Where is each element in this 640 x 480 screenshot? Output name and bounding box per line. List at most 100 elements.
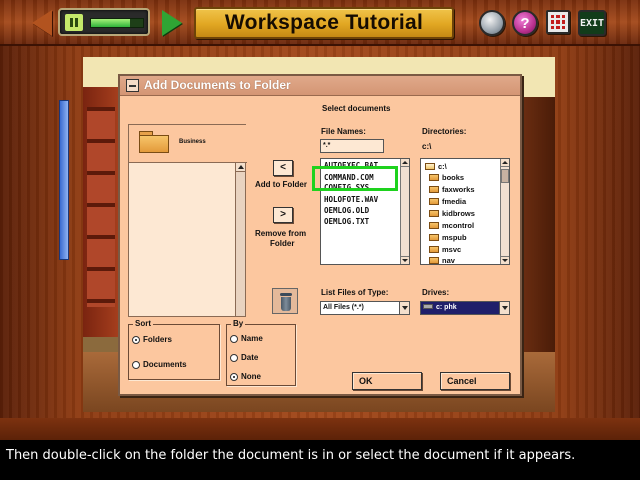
list-type-label: List Files of Type: xyxy=(321,288,389,297)
file-type-select[interactable]: All Files (*.*) xyxy=(320,301,410,315)
folder-icon xyxy=(429,210,439,217)
directory-list-scrollbar[interactable] xyxy=(500,159,509,264)
by-date-radio[interactable] xyxy=(230,354,238,362)
scroll-down-icon[interactable] xyxy=(401,256,409,264)
by-name-radio[interactable] xyxy=(230,335,238,343)
trash-icon[interactable] xyxy=(272,288,298,314)
folder-icon xyxy=(429,257,439,264)
by-none-radio[interactable] xyxy=(230,373,238,381)
frame-bottom xyxy=(0,418,640,440)
sort-group-title: Sort xyxy=(133,319,153,328)
directory-item-label: mcontrol xyxy=(442,221,475,230)
cancel-button[interactable]: Cancel xyxy=(440,372,510,390)
dialog-titlebar: Add Documents to Folder xyxy=(120,76,520,96)
drive-icon xyxy=(423,304,433,309)
folder-panel: Business xyxy=(128,124,247,317)
directory-item-label: fmedia xyxy=(442,197,467,206)
directory-item-label: kidbrows xyxy=(442,209,475,218)
system-menu-icon[interactable] xyxy=(126,79,139,92)
folder-icon xyxy=(429,174,439,181)
directory-item[interactable]: nav xyxy=(429,256,455,265)
tutorial-caption: Then double-click on the folder the docu… xyxy=(0,440,640,480)
remove-label-line1: Remove from xyxy=(255,229,307,238)
file-item[interactable]: OEMLOG.TXT xyxy=(324,217,369,226)
scroll-thumb[interactable] xyxy=(501,169,509,183)
exit-label: EXIT xyxy=(579,17,605,29)
folder-panel-scrollbar[interactable] xyxy=(235,163,245,316)
by-group-title: By xyxy=(231,319,246,328)
scroll-up-icon[interactable] xyxy=(236,163,245,172)
help-label: ? xyxy=(520,14,530,32)
directories-label: Directories: xyxy=(422,127,467,136)
add-documents-dialog: Add Documents to Folder Select documents… xyxy=(118,74,522,396)
directory-item[interactable]: c:\ xyxy=(425,162,447,171)
file-list-scrollbar[interactable] xyxy=(400,159,409,264)
folder-icon xyxy=(429,246,439,253)
folder-icon xyxy=(429,198,439,205)
file-type-value: All Files (*.*) xyxy=(323,304,364,311)
remove-from-folder-button[interactable]: > xyxy=(273,207,293,223)
sort-documents-radio[interactable] xyxy=(132,361,140,369)
scroll-down-icon[interactable] xyxy=(501,256,509,264)
directory-item[interactable]: msvc xyxy=(429,245,461,254)
current-directory: c:\ xyxy=(422,142,432,151)
file-name-input[interactable]: *.* xyxy=(320,139,384,153)
folder-icon xyxy=(429,234,439,241)
directory-item[interactable]: books xyxy=(429,173,464,182)
folder-icon xyxy=(425,163,435,170)
chevron-down-icon[interactable] xyxy=(499,302,509,314)
directory-item[interactable]: mcontrol xyxy=(429,221,474,230)
directory-item-label: faxworks xyxy=(442,185,475,194)
scroll-up-icon[interactable] xyxy=(401,159,409,167)
directory-item[interactable]: faxworks xyxy=(429,185,475,194)
by-date-label: Date xyxy=(241,353,259,362)
audio-player xyxy=(58,8,150,36)
dialog-title: Add Documents to Folder xyxy=(144,78,291,92)
sort-folders-radio[interactable] xyxy=(132,336,140,344)
chevron-down-icon[interactable] xyxy=(399,302,409,314)
side-slider[interactable] xyxy=(59,100,69,260)
title-plate: Workspace Tutorial xyxy=(194,7,454,39)
drive-select[interactable]: c: phk xyxy=(420,301,510,315)
drive-value: c: phk xyxy=(436,304,457,311)
sort-group: Sort Folders Documents xyxy=(128,319,220,380)
file-item[interactable]: HOLOFOTE.WAV xyxy=(324,195,378,204)
directory-item[interactable]: kidbrows xyxy=(429,209,475,218)
sort-folders-label: Folders xyxy=(143,335,172,344)
ok-button[interactable]: OK xyxy=(352,372,422,390)
remove-label-line2: Folder xyxy=(270,239,295,248)
exit-icon[interactable]: EXIT xyxy=(578,10,606,36)
scroll-up-icon[interactable] xyxy=(501,159,509,167)
directory-item[interactable]: fmedia xyxy=(429,197,466,206)
directory-item-label: nav xyxy=(442,256,455,265)
file-names-label: File Names: xyxy=(321,127,366,136)
folder-tab[interactable]: Business xyxy=(129,125,247,163)
audio-progress-fill xyxy=(91,19,130,27)
add-to-folder-label: Add to Folder xyxy=(255,180,307,189)
folder-icon xyxy=(429,222,439,229)
scene-shelf xyxy=(83,87,121,337)
drives-label: Drives: xyxy=(422,288,450,297)
folder-name: Business xyxy=(179,139,206,145)
audio-progress-bar[interactable] xyxy=(90,18,144,28)
add-to-folder-button[interactable]: < xyxy=(273,160,293,176)
by-name-label: Name xyxy=(241,334,263,343)
by-group: By Name Date None xyxy=(226,319,296,386)
folder-icon xyxy=(429,186,439,193)
directory-item-label: mspub xyxy=(442,233,467,242)
directory-list[interactable]: c:\ books faxworks fmedia kidbrows mcont… xyxy=(420,158,510,265)
directory-item[interactable]: mspub xyxy=(429,233,467,242)
directory-item-label: books xyxy=(442,173,465,182)
file-item[interactable]: OEMLOG.OLD xyxy=(324,206,369,215)
globe-icon[interactable] xyxy=(479,10,505,36)
grid-icon[interactable] xyxy=(546,10,570,34)
by-none-label: None xyxy=(241,372,261,381)
directory-item-label: msvc xyxy=(442,245,462,254)
pause-icon[interactable] xyxy=(65,14,83,31)
sort-documents-label: Documents xyxy=(143,360,187,369)
select-documents-label: Select documents xyxy=(322,104,391,113)
right-arrow-icon[interactable] xyxy=(162,10,182,36)
help-icon[interactable]: ? xyxy=(512,10,538,36)
folder-icon xyxy=(139,131,169,153)
left-arrow-icon[interactable] xyxy=(32,10,52,36)
